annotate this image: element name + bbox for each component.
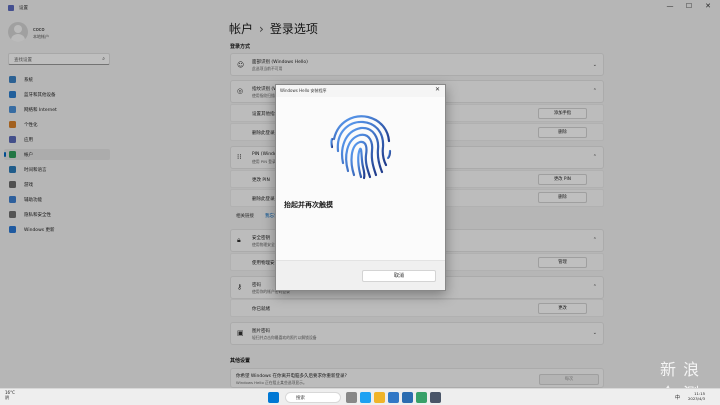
mail-icon[interactable] — [402, 392, 413, 403]
taskbar: 16°C 阴 搜索 中 11:15 2023/4/3 — [0, 388, 720, 405]
weather-widget[interactable]: 16°C 阴 — [5, 390, 15, 400]
weather-condition: 阴 — [5, 395, 9, 400]
store-icon[interactable] — [388, 392, 399, 403]
dialog-close-button[interactable]: ✕ — [435, 86, 440, 93]
start-icon[interactable] — [268, 392, 279, 403]
clock[interactable]: 11:15 2023/4/3 — [688, 391, 705, 401]
fingerprint-icon — [330, 115, 392, 180]
task-view-icon[interactable] — [346, 392, 357, 403]
edge-icon[interactable] — [360, 392, 371, 403]
dialog-footer: 取消 — [276, 260, 445, 290]
dialog-header: Windows Hello 安装程序 ✕ — [276, 85, 445, 97]
ime-indicator[interactable]: 中 — [675, 394, 680, 401]
dialog-title: Windows Hello 安装程序 — [280, 88, 327, 93]
file-explorer-icon[interactable] — [374, 392, 385, 403]
windows-hello-dialog: Windows Hello 安装程序 ✕ 抬起并再次触摸 取消 — [275, 84, 446, 291]
taskbar-search[interactable]: 搜索 — [285, 392, 341, 403]
clock-date: 2023/4/3 — [688, 396, 706, 401]
settings-icon[interactable] — [430, 392, 441, 403]
cancel-button[interactable]: 取消 — [362, 270, 436, 282]
app-icon[interactable] — [416, 392, 427, 403]
dialog-message: 抬起并再次触摸 — [284, 201, 333, 209]
taskbar-search-label: 搜索 — [296, 396, 305, 401]
